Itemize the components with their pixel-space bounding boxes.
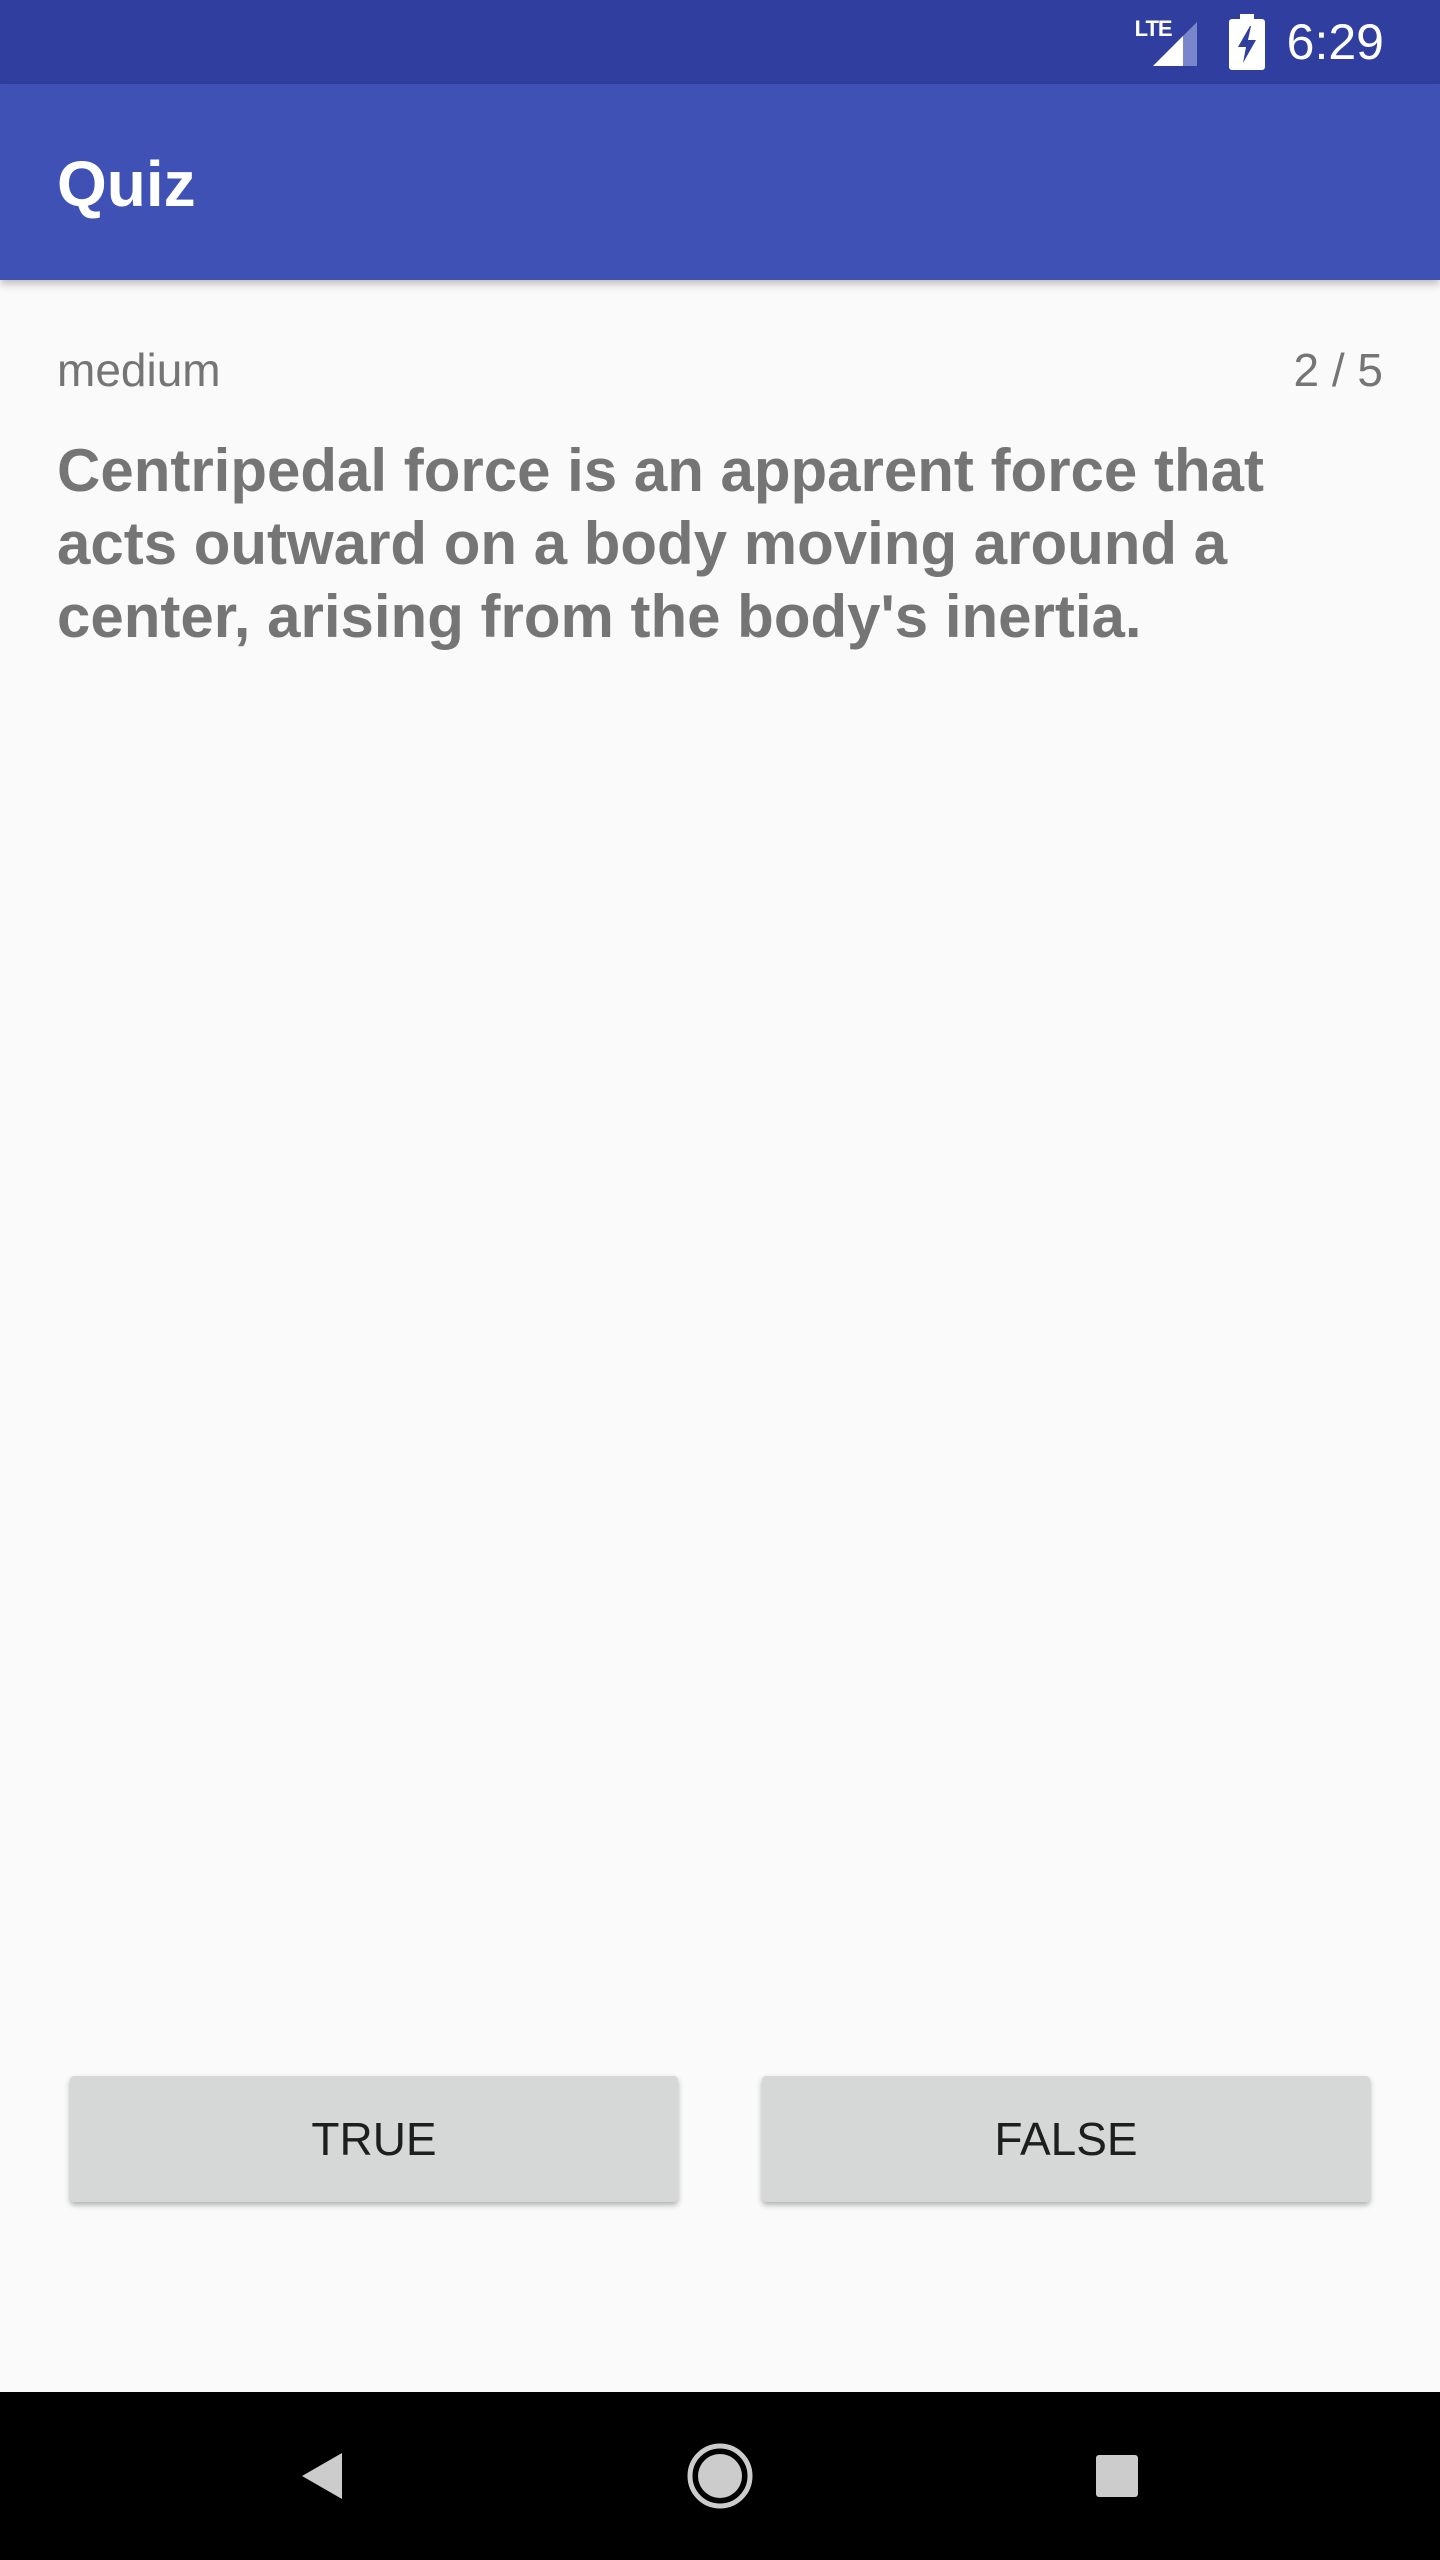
status-bar: LTE 6:29: [0, 0, 1440, 84]
false-button[interactable]: FALSE: [762, 2076, 1370, 2202]
back-button[interactable]: [252, 2392, 392, 2560]
question-progress: 2 / 5: [1293, 344, 1383, 396]
true-button[interactable]: TRUE: [70, 2076, 678, 2202]
battery-charging-icon: [1228, 14, 1265, 70]
status-icons: LTE 6:29: [1135, 0, 1384, 84]
home-button[interactable]: [650, 2392, 790, 2560]
recents-button[interactable]: [1047, 2392, 1187, 2560]
status-time: 6:29: [1286, 14, 1384, 70]
recents-icon: [1096, 2455, 1138, 2497]
home-icon: [687, 2443, 753, 2509]
app-bar: Quiz: [0, 84, 1440, 280]
difficulty-label: medium: [57, 344, 221, 396]
back-icon: [302, 2453, 342, 2499]
navigation-bar: [0, 2392, 1440, 2560]
lte-signal-icon: LTE: [1135, 16, 1199, 68]
question-text: Centripedal force is an apparent force t…: [57, 437, 1264, 650]
app-title: Quiz: [57, 148, 196, 220]
